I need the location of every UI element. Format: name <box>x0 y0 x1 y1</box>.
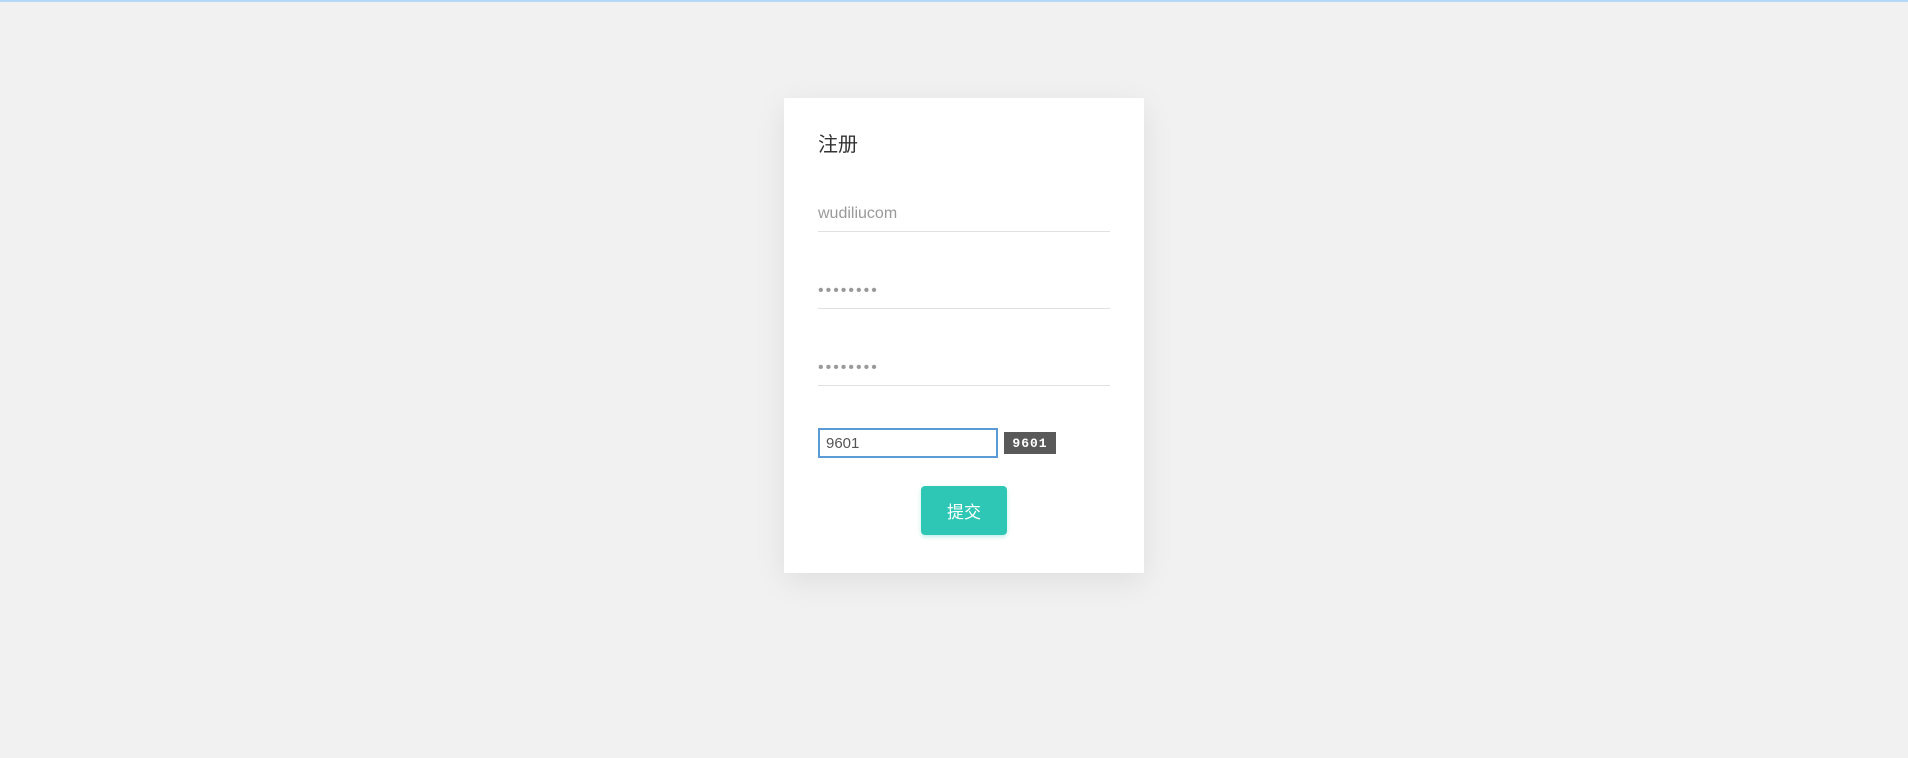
captcha-row: 9601 <box>818 428 1110 458</box>
register-form: 注册 9601 提交 <box>784 98 1144 573</box>
submit-button[interactable]: 提交 <box>921 486 1007 535</box>
password-input[interactable] <box>818 274 1110 309</box>
captcha-input[interactable] <box>818 428 998 458</box>
confirm-password-input[interactable] <box>818 351 1110 386</box>
submit-row: 提交 <box>818 486 1110 535</box>
form-title: 注册 <box>818 128 1110 157</box>
captcha-image[interactable]: 9601 <box>1004 432 1056 454</box>
username-input[interactable] <box>818 197 1110 232</box>
